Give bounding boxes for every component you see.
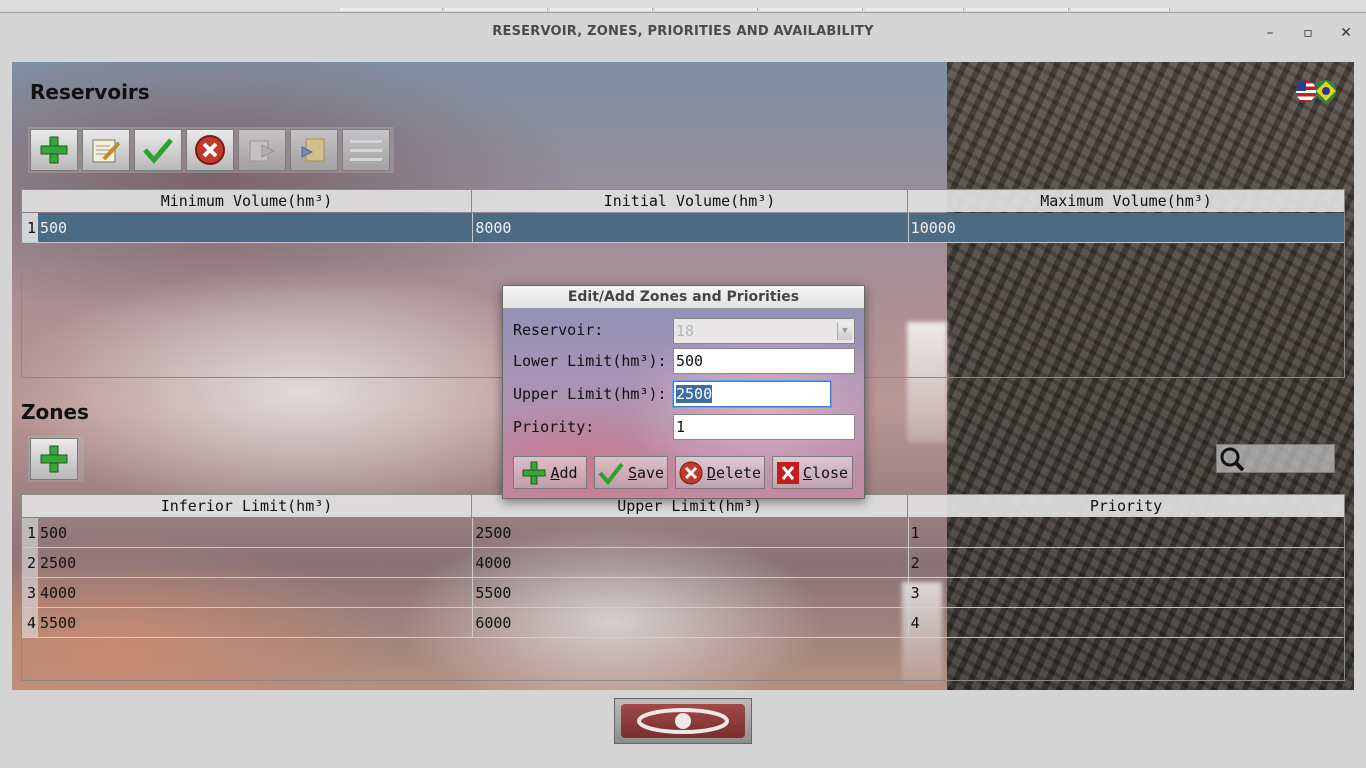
table-cell[interactable]: 4 <box>909 608 1344 637</box>
column-header[interactable]: Priority <box>908 495 1344 517</box>
table-cell[interactable]: 2500 <box>473 518 909 547</box>
close-button[interactable]: Close <box>772 456 853 489</box>
export-button[interactable] <box>238 129 286 171</box>
cancel-reservoir-button[interactable] <box>186 129 234 171</box>
table-cell[interactable]: 2500 <box>38 548 474 577</box>
table-cell[interactable]: 5500 <box>38 608 474 637</box>
add-icon <box>40 136 68 164</box>
delete-label: elete <box>715 463 762 482</box>
table-row[interactable]: 1 500 2500 1 <box>22 518 1344 548</box>
column-header[interactable]: Minimum Volume(hm³) <box>22 190 472 212</box>
table-cell[interactable]: 500 <box>38 518 474 547</box>
view-button[interactable] <box>614 698 752 744</box>
zones-toolbar <box>28 436 84 482</box>
table-cell[interactable]: 2 <box>909 548 1344 577</box>
save-label-mnemonic: S <box>627 463 637 482</box>
table-row[interactable]: 1 500 8000 10000 <box>22 213 1344 243</box>
reservoir-value: 18 <box>676 322 695 340</box>
close-window-button[interactable]: ✕ <box>1335 23 1357 43</box>
menu-button[interactable] <box>342 129 390 171</box>
close-icon <box>776 461 799 484</box>
save-label: ave <box>636 463 665 482</box>
taskbar-strip <box>0 0 1366 13</box>
confirm-reservoir-button[interactable] <box>134 129 182 171</box>
add-icon <box>40 445 68 473</box>
window-title: RESERVOIR, ZONES, PRIORITIES AND AVAILAB… <box>492 24 874 39</box>
row-number: 2 <box>22 548 38 577</box>
eye-icon <box>637 708 729 734</box>
table-cell[interactable]: 4000 <box>473 548 909 577</box>
table-cell[interactable]: 10000 <box>909 213 1344 242</box>
minimize-button[interactable]: – <box>1259 23 1281 43</box>
priority-field[interactable]: 1 <box>673 414 855 440</box>
table-row[interactable]: 4 5500 6000 4 <box>22 608 1344 638</box>
add-label: dd <box>559 463 578 482</box>
table-row[interactable]: 3 4000 5500 3 <box>22 578 1344 608</box>
column-header[interactable]: Initial Volume(hm³) <box>472 190 908 212</box>
edit-reservoir-button[interactable] <box>82 129 130 171</box>
us-flag-icon[interactable] <box>1296 80 1316 102</box>
window-titlebar: RESERVOIR, ZONES, PRIORITIES AND AVAILAB… <box>0 13 1366 53</box>
search-input[interactable] <box>1216 444 1335 473</box>
menu-icon <box>350 140 382 161</box>
priority-label: Priority: <box>513 418 595 436</box>
row-number: 3 <box>22 578 38 607</box>
delete-label-mnemonic: D <box>706 463 716 482</box>
reservoirs-toolbar <box>28 127 394 173</box>
reservoirs-title: Reservoirs <box>30 80 150 104</box>
save-button[interactable]: Save <box>594 456 668 489</box>
upper-limit-label: Upper Limit(hm³): <box>513 385 667 403</box>
check-icon <box>598 462 624 485</box>
row-number: 1 <box>22 213 38 242</box>
row-number: 4 <box>22 608 38 637</box>
add-zone-button[interactable] <box>30 438 78 480</box>
import-button[interactable] <box>290 129 338 171</box>
brazil-flag-icon[interactable] <box>1316 80 1336 102</box>
add-icon <box>522 461 546 484</box>
table-cell[interactable]: 5500 <box>473 578 909 607</box>
table-cell[interactable]: 8000 <box>473 213 909 242</box>
import-icon <box>301 138 325 162</box>
reservoir-label: Reservoir: <box>513 321 604 339</box>
close-label-mnemonic: C <box>802 463 812 482</box>
close-label: lose <box>811 463 849 482</box>
search-icon <box>1220 447 1245 472</box>
table-row[interactable]: 2 2500 4000 2 <box>22 548 1344 578</box>
upper-limit-field[interactable]: 2500 <box>673 381 831 407</box>
export-icon <box>249 140 276 162</box>
row-number: 1 <box>22 518 38 547</box>
column-header[interactable]: Maximum Volume(hm³) <box>908 190 1344 212</box>
cancel-icon <box>679 461 703 484</box>
selected-text: 2500 <box>676 385 713 403</box>
lower-limit-field[interactable]: 500 <box>673 348 855 374</box>
reservoir-select[interactable]: 18 ▼ <box>673 318 855 344</box>
add-button[interactable]: Add <box>513 456 587 489</box>
delete-button[interactable]: Delete <box>675 456 765 489</box>
maximize-button[interactable]: ▫ <box>1297 23 1319 43</box>
zones-table: Inferior Limit(hm³) Upper Limit(hm³) Pri… <box>21 494 1345 681</box>
table-cell[interactable]: 500 <box>38 213 474 242</box>
reservoirs-table-header: Minimum Volume(hm³) Initial Volume(hm³) … <box>22 190 1344 212</box>
dialog-title: Edit/Add Zones and Priorities <box>503 286 864 309</box>
table-cell[interactable]: 1 <box>909 518 1344 547</box>
zones-title: Zones <box>21 400 89 424</box>
lower-limit-label: Lower Limit(hm³): <box>513 352 667 370</box>
cancel-icon <box>195 135 225 165</box>
edit-zones-dialog: Edit/Add Zones and Priorities Reservoir:… <box>502 285 865 499</box>
table-cell[interactable]: 6000 <box>473 608 909 637</box>
table-cell[interactable]: 4000 <box>38 578 474 607</box>
check-icon <box>143 138 173 164</box>
edit-icon <box>92 139 121 163</box>
chevron-down-icon: ▼ <box>837 322 852 340</box>
add-reservoir-button[interactable] <box>30 129 78 171</box>
column-header[interactable]: Inferior Limit(hm³) <box>22 495 472 517</box>
table-cell[interactable]: 3 <box>909 578 1344 607</box>
